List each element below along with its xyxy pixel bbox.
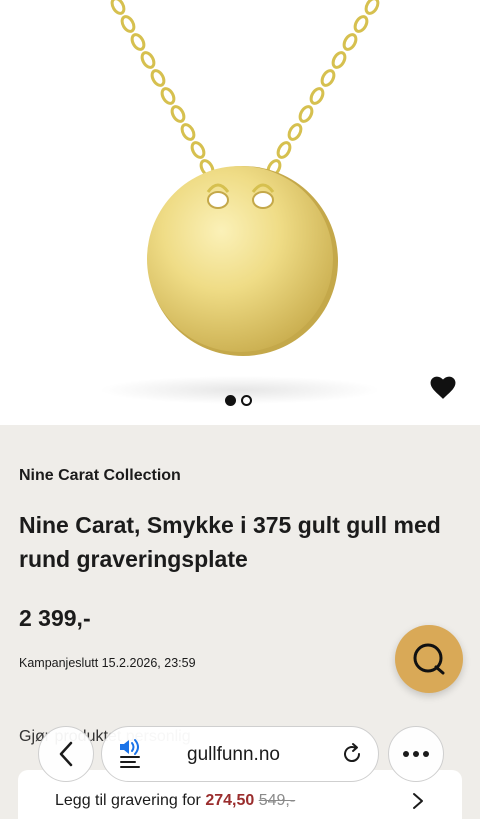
product-title: Nine Carat, Smykke i 375 gult gull med r… — [19, 512, 441, 572]
browser-address-bar[interactable]: gullfunn.no — [101, 726, 379, 782]
engraving-text: Legg til gravering for 274,50 549,- — [55, 792, 295, 810]
more-icon — [403, 751, 429, 757]
product-image-carousel[interactable] — [0, 0, 480, 425]
browser-back-button[interactable] — [38, 726, 94, 782]
back-arrow-icon — [59, 741, 73, 767]
carousel-indicator[interactable] — [225, 395, 252, 406]
product-brand[interactable]: Nine Carat Collection — [19, 467, 181, 485]
carousel-dot-1[interactable] — [225, 395, 236, 406]
engraving-price: 274,50 — [205, 792, 255, 809]
chevron-right-icon — [413, 793, 423, 809]
reload-icon[interactable] — [340, 742, 364, 766]
carousel-dot-2[interactable] — [241, 395, 252, 406]
browser-more-button[interactable] — [388, 726, 444, 782]
product-price: 2 399,- — [19, 605, 91, 631]
engraving-old-price: 549,- — [258, 792, 296, 809]
engraving-label: Legg til gravering for — [55, 792, 201, 809]
chat-icon — [413, 643, 445, 675]
chat-button[interactable] — [395, 625, 463, 693]
menu-lines-icon[interactable] — [120, 755, 140, 769]
url-text[interactable]: gullfunn.no — [187, 744, 280, 766]
speaker-icon[interactable] — [118, 738, 142, 756]
campaign-end-text: Kampanjeslutt 15.2.2026, 23:59 — [19, 656, 196, 670]
heart-icon[interactable] — [430, 376, 456, 400]
product-image — [100, 0, 380, 404]
